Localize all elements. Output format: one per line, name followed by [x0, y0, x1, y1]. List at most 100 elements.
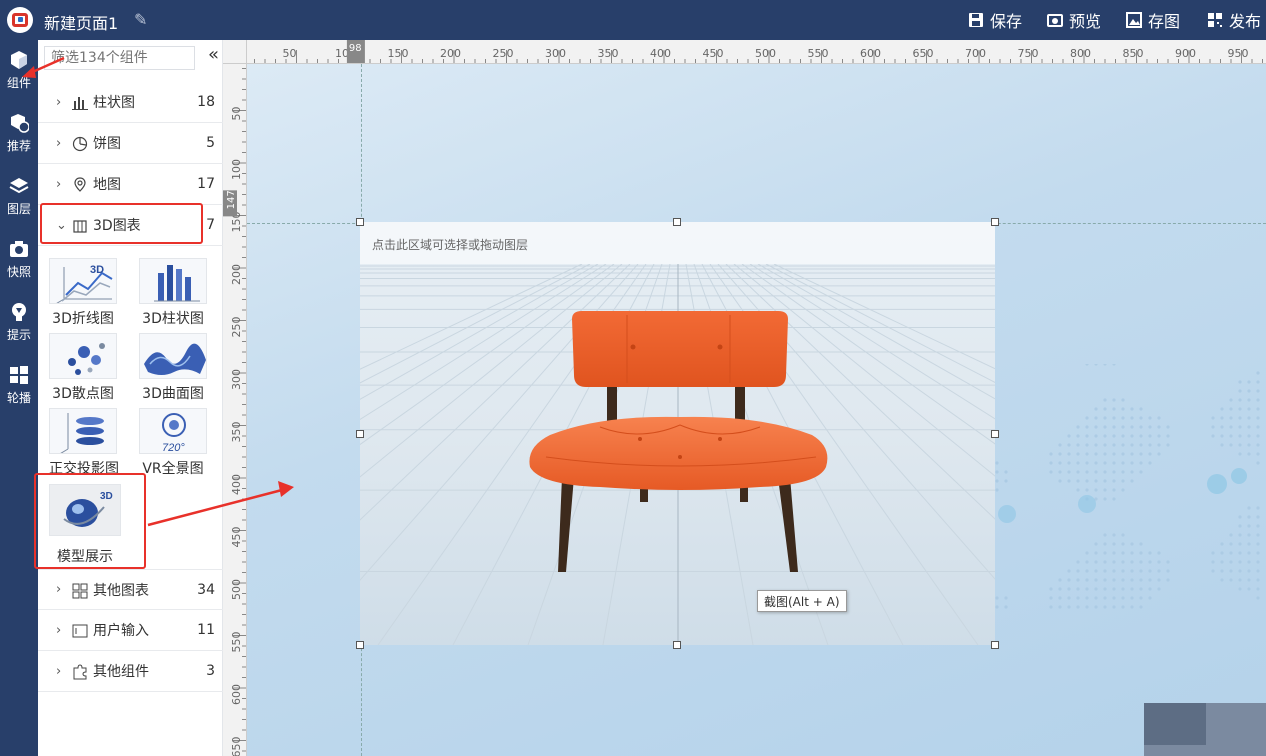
rail-item-recommend[interactable]: 推荐 [0, 103, 38, 163]
category-count: 7 [206, 217, 215, 233]
left-icon-rail: 组件 推荐 图层 快照 提示 轮播 [0, 40, 38, 756]
grid-icon [10, 366, 28, 384]
category-other-components[interactable]: › 其他组件 3 [38, 651, 223, 692]
tile-label: 3D柱状图 [142, 311, 204, 327]
ruler-tick-label: 950 [1228, 47, 1249, 60]
publish-label: 发布 [1229, 12, 1262, 31]
tile-3d-surface-chart[interactable]: 3D曲面图 [139, 333, 207, 403]
chevron-right-icon: › [56, 663, 62, 679]
category-other-charts[interactable]: › 其他图表 34 [38, 569, 223, 610]
ruler-position-marker: 98 [349, 43, 362, 54]
ruler-left[interactable]: 50 100 150 200 250 300 350 400 450 500 550 600 650 14… [223, 64, 247, 756]
chevron-right-icon: › [56, 176, 62, 192]
3d-scatter-icon [49, 333, 117, 379]
qrcode-icon [1207, 12, 1223, 28]
ruler-tick-label: 650 [913, 47, 934, 60]
resize-handle-sw[interactable] [356, 641, 364, 649]
rail-label: 轮播 [6, 391, 31, 405]
category-count: 17 [197, 176, 215, 192]
ruler-tick-label: 350 [598, 47, 619, 60]
ruler-tick-label: 750 [1018, 47, 1039, 60]
chevron-right-icon: › [56, 582, 62, 597]
tile-3d-scatter-chart[interactable]: 3D散点图 [49, 333, 117, 403]
screenshot-tooltip: 截图(Alt + A) [757, 590, 847, 612]
resize-handle-ne[interactable] [991, 218, 999, 226]
category-user-input[interactable]: › 用户输入 11 [38, 610, 223, 651]
3d-model-layer[interactable]: 点击此区域可选择或拖动图层 [360, 222, 995, 645]
annotation-box-3d-category [40, 203, 203, 244]
ruler-tick-label: 700 [965, 47, 986, 60]
layers-icon [9, 178, 29, 194]
ruler-tick-label: 200 [230, 264, 243, 285]
rail-item-layers[interactable]: 图层 [0, 166, 38, 226]
save-button[interactable]: 保存 [968, 9, 1022, 31]
top-bar: 新建页面1 ✎ 保存 预览 存图 发布 [0, 0, 1266, 40]
publish-button[interactable]: 发布 [1207, 9, 1261, 31]
3d-bar-chart-icon [139, 258, 207, 304]
ruler-tick-label: 400 [650, 47, 671, 60]
cube-icon [11, 51, 27, 69]
ruler-tick-label: 250 [230, 317, 243, 338]
canvas-minimap[interactable] [1144, 703, 1266, 756]
ruler-tick-label: 400 [230, 474, 243, 495]
ruler-tick-label: 800 [1070, 47, 1091, 60]
resize-handle-nw[interactable] [356, 218, 364, 226]
save-icon [968, 12, 984, 28]
ruler-tick-label: 650 [230, 737, 243, 756]
resize-handle-w[interactable] [356, 430, 364, 438]
resize-handle-e[interactable] [991, 430, 999, 438]
bar-chart-icon [72, 97, 88, 110]
tile-orthographic-chart[interactable]: 正交投影图 [49, 408, 119, 478]
orange-chair-model [529, 311, 828, 572]
edit-pencil-icon[interactable]: ✎ [134, 10, 147, 29]
preview-button[interactable]: 预览 [1047, 9, 1101, 31]
ruler-top[interactable]: 50 100 150 200 250 300 350 400 450 500 550 600 650 70… [223, 40, 1266, 64]
category-bar-chart[interactable]: › 柱状图 18 [38, 82, 223, 123]
chevron-right-icon: › [56, 135, 62, 151]
category-name: 用户输入 [93, 623, 149, 639]
tile-3d-bar-chart[interactable]: 3D柱状图 [139, 258, 207, 328]
resize-handle-n[interactable] [673, 218, 681, 226]
rail-item-carousel[interactable]: 轮播 [0, 355, 38, 415]
category-pie-chart[interactable]: › 饼图 5 [38, 123, 223, 164]
tile-label: 3D曲面图 [142, 386, 204, 402]
rail-label: 提示 [6, 328, 31, 342]
page-title[interactable]: 新建页面1 [44, 10, 118, 34]
stage-hint-text: 点击此区域可选择或拖动图层 [360, 222, 995, 264]
component-search-input[interactable] [44, 46, 195, 70]
ruler-tick-label: 500 [230, 579, 243, 600]
map-icon [74, 177, 86, 192]
app-logo-icon [7, 7, 33, 33]
resize-handle-se[interactable] [991, 641, 999, 649]
ruler-tick-label: 150 [388, 47, 409, 60]
save-label: 保存 [990, 12, 1023, 31]
category-name: 其他组件 [93, 664, 149, 680]
pie-chart-icon [72, 136, 88, 152]
rail-item-components[interactable]: 组件 [0, 40, 38, 100]
save-image-button[interactable]: 存图 [1126, 9, 1180, 31]
ruler-tick-label: 600 [230, 684, 243, 705]
tile-vr-panorama[interactable]: 720° VR全景图 [139, 408, 207, 478]
chevron-right-icon: › [56, 622, 62, 638]
category-count: 34 [197, 581, 215, 598]
rail-item-tips[interactable]: 提示 [0, 292, 38, 352]
design-canvas[interactable]: 点击此区域可选择或拖动图层 截图(Alt + A) [247, 64, 1266, 756]
category-count: 18 [197, 94, 215, 110]
resize-handle-s[interactable] [673, 641, 681, 649]
vr-panorama-icon: 720° [139, 408, 207, 454]
ruler-tick-label: 300 [230, 369, 243, 390]
collapse-panel-button[interactable]: « [208, 44, 219, 65]
tile-label: 3D散点图 [52, 386, 114, 402]
ai-cube-icon [11, 114, 29, 133]
category-name: 地图 [93, 177, 121, 193]
chevron-right-icon: › [56, 94, 62, 110]
tile-label: VR全景图 [142, 461, 204, 477]
tile-3d-line-chart[interactable]: 3D 3D折线图 [49, 258, 117, 328]
rail-label: 快照 [6, 265, 31, 279]
component-panel: « › 柱状图 18 › 饼图 5 › 地图 17 ⌄ 3D图表 7 3D 3D… [38, 40, 223, 756]
minimap-viewport[interactable] [1144, 703, 1206, 745]
category-map[interactable]: › 地图 17 [38, 164, 223, 205]
orthographic-projection-icon [49, 408, 117, 454]
rail-item-snapshot[interactable]: 快照 [0, 229, 38, 289]
rail-label: 图层 [6, 202, 31, 216]
